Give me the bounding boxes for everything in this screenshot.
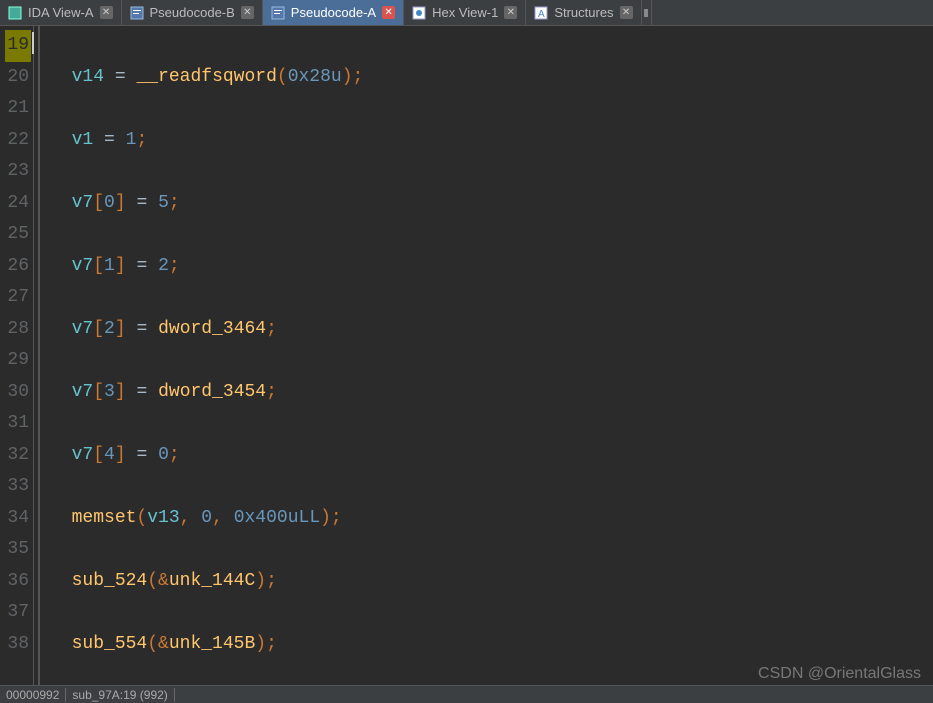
code-line: v7[4] = 0; [50,440,933,472]
tab-structures[interactable]: A Structures ✕ [526,0,641,25]
line-number: 25 [0,219,29,251]
code-icon [271,6,285,20]
tab-pseudocode-b[interactable]: Pseudocode-B ✕ [122,0,263,25]
tab-label: Structures [554,5,613,20]
watermark: CSDN @OrientalGlass [758,665,921,683]
close-icon[interactable]: ✕ [100,6,113,19]
view-icon [8,6,22,20]
hex-icon [412,6,426,20]
line-number: 33 [0,471,29,503]
tab-hex-view[interactable]: Hex View-1 ✕ [404,0,526,25]
tab-pseudocode-a[interactable]: Pseudocode-A ✕ [263,0,404,25]
code-line: v14 = __readfsqword(0x28u); [50,62,933,94]
line-number: 30 [0,377,29,409]
code-line: v1 = 1; [50,125,933,157]
line-number: 22 [0,125,29,157]
line-number: 19 [5,30,31,62]
line-number: 37 [0,597,29,629]
code-line: sub_554(&unk_145B); [50,629,933,661]
close-icon[interactable]: ✕ [241,6,254,19]
code-editor[interactable]: 19 20 21 22 23 24 25 26 27 28 29 30 31 3… [0,26,933,685]
status-location: sub_97A:19 (992) [66,688,174,702]
code-line: v7[1] = 2; [50,251,933,283]
line-number: 20 [0,62,29,94]
tab-ida-view[interactable]: IDA View-A ✕ [0,0,122,25]
line-number: 24 [0,188,29,220]
svg-text:A: A [538,9,545,20]
tab-label: Hex View-1 [432,5,498,20]
line-number: 36 [0,566,29,598]
line-number: 31 [0,408,29,440]
line-number: 23 [0,156,29,188]
line-number: 38 [0,629,29,661]
tab-label: IDA View-A [28,5,94,20]
gutter-border [34,26,40,685]
code-line: v7[3] = dword_3454; [50,377,933,409]
close-icon[interactable]: ✕ [382,6,395,19]
line-number: 35 [0,534,29,566]
line-number: 34 [0,503,29,535]
tab-overflow[interactable] [642,0,652,25]
tab-label: Pseudocode-B [150,5,235,20]
close-icon[interactable]: ✕ [504,6,517,19]
line-number: 28 [0,314,29,346]
code-area[interactable]: v14 = __readfsqword(0x28u); v1 = 1; v7[0… [40,26,933,685]
tab-bar: IDA View-A ✕ Pseudocode-B ✕ Pseudocode-A… [0,0,933,26]
line-number: 27 [0,282,29,314]
line-number: 21 [0,93,29,125]
code-line: sub_524(&unk_144C); [50,566,933,598]
close-icon[interactable]: ✕ [620,6,633,19]
status-address: 00000992 [0,688,66,702]
status-bar: 00000992 sub_97A:19 (992) [0,685,933,703]
line-number: 32 [0,440,29,472]
code-line: v7[2] = dword_3464; [50,314,933,346]
line-number: 29 [0,345,29,377]
structures-icon: A [534,6,548,20]
tab-label: Pseudocode-A [291,5,376,20]
code-line: memset(v13, 0, 0x400uLL); [50,503,933,535]
code-line: v7[0] = 5; [50,188,933,220]
line-gutter: 19 20 21 22 23 24 25 26 27 28 29 30 31 3… [0,26,34,685]
code-icon [130,6,144,20]
line-number: 26 [0,251,29,283]
